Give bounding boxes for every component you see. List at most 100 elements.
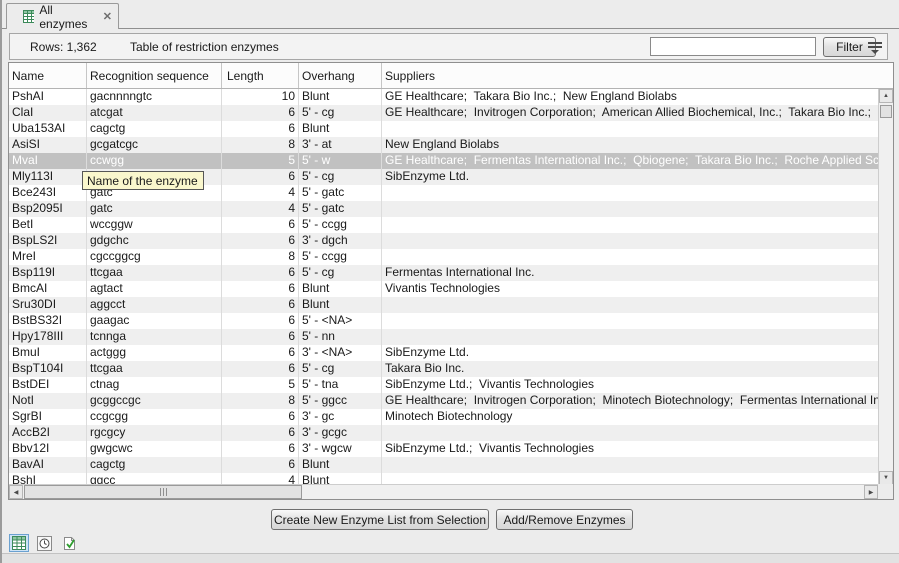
cell-suppliers	[382, 297, 878, 313]
tab-bar: All enzymes ✕	[2, 0, 899, 29]
scroll-left-arrow-icon[interactable]: ◀	[9, 485, 23, 499]
cell-name: NotI	[9, 393, 87, 409]
column-header-length[interactable]: Length	[222, 63, 299, 88]
thumb-grip	[166, 488, 167, 496]
table-row[interactable]: Uba153AI cagctg 6 Blunt	[9, 121, 878, 137]
cell-recognition-sequence: gacnnnngtc	[87, 89, 222, 105]
scroll-down-arrow-icon[interactable]: ▼	[879, 471, 893, 485]
table-row[interactable]: PshAI gacnnnngtc 10 Blunt GE Healthcare;…	[9, 89, 878, 105]
scroll-right-arrow-icon[interactable]: ▶	[864, 485, 878, 499]
cell-recognition-sequence: gwgcwc	[87, 441, 222, 457]
close-icon[interactable]: ✕	[103, 10, 112, 23]
cell-recognition-sequence: cagctg	[87, 121, 222, 137]
table-row[interactable]: BmuI actggg 6 3' - <NA> SibEnzyme Ltd.	[9, 345, 878, 361]
table-row[interactable]: MvaI ccwgg 5 5' - w GE Healthcare; Ferme…	[9, 153, 878, 169]
cell-recognition-sequence: atcgat	[87, 105, 222, 121]
table-row[interactable]: BstDEI ctnag 5 5' - tna SibEnzyme Ltd.; …	[9, 377, 878, 393]
frame-divider	[2, 28, 899, 29]
status-bar	[2, 553, 899, 563]
cell-length: 6	[222, 281, 299, 297]
create-new-enzyme-list-button[interactable]: Create New Enzyme List from Selection	[271, 509, 489, 530]
table-row[interactable]: Bbv12I gwgcwc 6 3' - wgcw SibEnzyme Ltd.…	[9, 441, 878, 457]
table-view-icon[interactable]	[9, 534, 29, 552]
cell-suppliers	[382, 201, 878, 217]
history-view-icon[interactable]	[34, 534, 54, 552]
cell-suppliers	[382, 329, 878, 345]
cell-overhang: 5' - cg	[299, 105, 382, 121]
tooltip: Name of the enzyme	[82, 171, 204, 190]
cell-name: Bbv12I	[9, 441, 87, 457]
cell-suppliers: Fermentas International Inc.	[382, 265, 878, 281]
table-row[interactable]: MreI cgccggcg 8 5' - ccgg	[9, 249, 878, 265]
table-row[interactable]: Bsp119I ttcgaa 6 5' - cg Fermentas Inter…	[9, 265, 878, 281]
cell-suppliers: Takara Bio Inc.	[382, 361, 878, 377]
cell-name: BmuI	[9, 345, 87, 361]
tab-all-enzymes[interactable]: All enzymes ✕	[6, 3, 119, 29]
cell-length: 6	[222, 329, 299, 345]
column-header-suppliers[interactable]: Suppliers	[382, 63, 893, 88]
add-remove-enzymes-button[interactable]: Add/Remove Enzymes	[496, 509, 633, 530]
table-row[interactable]: Bsp2095I gatc 4 5' - gatc	[9, 201, 878, 217]
cell-name: PshAI	[9, 89, 87, 105]
table-row[interactable]: SgrBI ccgcgg 6 3' - gc Minotech Biotechn…	[9, 409, 878, 425]
table-toolbar: Rows: 1,362 Table of restriction enzymes…	[9, 33, 888, 60]
cell-recognition-sequence: gcgatcgc	[87, 137, 222, 153]
cell-overhang: Blunt	[299, 457, 382, 473]
cell-overhang: 5' - cg	[299, 169, 382, 185]
column-header-recognition-sequence[interactable]: Recognition sequence	[87, 63, 222, 88]
table-row[interactable]: BavAI cagctg 6 Blunt	[9, 457, 878, 473]
scroll-up-arrow-icon[interactable]: ▲	[879, 89, 893, 103]
cell-suppliers	[382, 425, 878, 441]
cell-name: BavAI	[9, 457, 87, 473]
cell-suppliers: SibEnzyme Ltd.	[382, 345, 878, 361]
cell-recognition-sequence: gatc	[87, 201, 222, 217]
cell-name: Hpy178III	[9, 329, 87, 345]
horizontal-scrollbar-thumb[interactable]	[24, 485, 302, 499]
table-row[interactable]: BspT104I ttcgaa 6 5' - cg Takara Bio Inc…	[9, 361, 878, 377]
table-header-row: Name Recognition sequence Length Overhan…	[9, 63, 893, 89]
filter-expand-icon[interactable]	[866, 40, 884, 55]
table-row[interactable]: NotI gcggccgc 8 5' - ggcc GE Healthcare;…	[9, 393, 878, 409]
horizontal-scrollbar[interactable]: ◀ ▶	[9, 484, 878, 499]
cell-overhang: 5' - nn	[299, 329, 382, 345]
cell-suppliers	[382, 313, 878, 329]
table-row[interactable]: AsiSI gcgatcgc 8 3' - at New England Bio…	[9, 137, 878, 153]
cell-overhang: Blunt	[299, 297, 382, 313]
application-window: { "tab": { "title": "All enzymes", "clos…	[0, 0, 899, 563]
vertical-scrollbar-thumb[interactable]	[880, 105, 892, 118]
table-row[interactable]: BstBS32I gaagac 6 5' - <NA>	[9, 313, 878, 329]
cell-overhang: Blunt	[299, 121, 382, 137]
cell-length: 6	[222, 121, 299, 137]
cell-length: 6	[222, 345, 299, 361]
table-row[interactable]: Sru30DI aggcct 6 Blunt	[9, 297, 878, 313]
column-header-name[interactable]: Name	[9, 63, 87, 88]
cell-overhang: 3' - gcgc	[299, 425, 382, 441]
cell-suppliers: SibEnzyme Ltd.	[382, 169, 878, 185]
cell-name: MreI	[9, 249, 87, 265]
cell-name: SgrBI	[9, 409, 87, 425]
cell-name: Bsp119I	[9, 265, 87, 281]
cell-overhang: 3' - wgcw	[299, 441, 382, 457]
cell-suppliers	[382, 457, 878, 473]
vertical-scrollbar[interactable]: ▲ ▼	[878, 89, 893, 485]
cell-length: 6	[222, 217, 299, 233]
element-info-view-icon[interactable]	[59, 534, 79, 552]
cell-name: ClaI	[9, 105, 87, 121]
cell-length: 8	[222, 249, 299, 265]
cell-name: BstDEI	[9, 377, 87, 393]
cell-recognition-sequence: agtact	[87, 281, 222, 297]
cell-recognition-sequence: ccgcgg	[87, 409, 222, 425]
column-header-overhang[interactable]: Overhang	[299, 63, 382, 88]
cell-length: 6	[222, 409, 299, 425]
table-row[interactable]: BetI wccggw 6 5' - ccgg	[9, 217, 878, 233]
cell-overhang: 3' - dgch	[299, 233, 382, 249]
table-row[interactable]: BmcAI agtact 6 Blunt Vivantis Technologi…	[9, 281, 878, 297]
table-row[interactable]: BspLS2I gdgchc 6 3' - dgch	[9, 233, 878, 249]
cell-name: Bce243I	[9, 185, 87, 201]
cell-length: 6	[222, 169, 299, 185]
filter-input[interactable]	[650, 37, 816, 56]
table-row[interactable]: Hpy178III tcnnga 6 5' - nn	[9, 329, 878, 345]
table-row[interactable]: ClaI atcgat 6 5' - cg GE Healthcare; Inv…	[9, 105, 878, 121]
cell-suppliers	[382, 217, 878, 233]
table-row[interactable]: AccB2I rgcgcy 6 3' - gcgc	[9, 425, 878, 441]
